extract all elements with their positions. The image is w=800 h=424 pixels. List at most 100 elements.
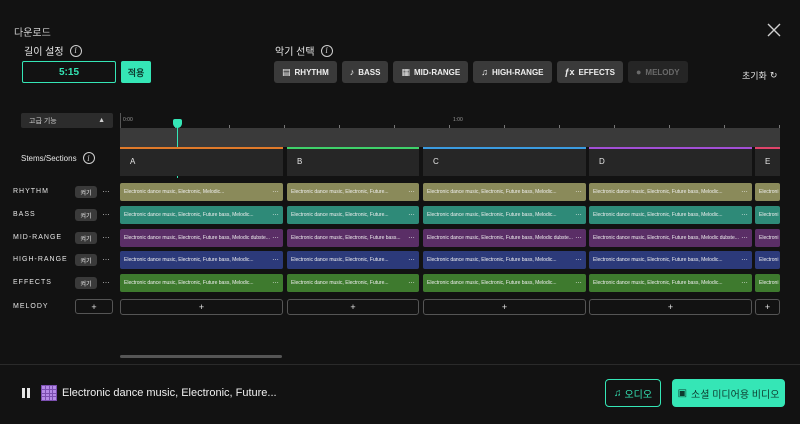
section-header[interactable]: B	[287, 147, 419, 176]
clip-options-icon[interactable]: …	[575, 255, 582, 262]
add-clip-button[interactable]: +	[120, 299, 283, 315]
stem-clip[interactable]: Electronic dance music, Electronic, Futu…	[423, 206, 586, 224]
clip-options-icon[interactable]: …	[272, 278, 279, 285]
stem-clip[interactable]: Electronic dance music, Electronic, Futu…	[423, 274, 586, 292]
stem-clip[interactable]: Electronic dance music, Electronic, Futu…	[423, 251, 586, 269]
stem-clip[interactable]: Electronic dance music, Electronic, Melo…	[120, 183, 283, 201]
more-options-icon[interactable]: …	[102, 208, 110, 217]
clip-options-icon[interactable]: …	[408, 278, 415, 285]
clip-options-icon[interactable]: …	[272, 255, 279, 262]
stem-clip[interactable]: Electronic dance music, Electronic, Futu…	[287, 229, 419, 247]
reset-button[interactable]: 초기화 ↻	[742, 69, 777, 82]
stem-clip[interactable]: Electroni	[755, 274, 780, 292]
clip-options-icon[interactable]: …	[272, 210, 279, 217]
section-header[interactable]: A	[120, 147, 283, 176]
timeline-ruler[interactable]: 0:00 1:00	[120, 113, 780, 147]
row-toggle-button[interactable]: 켜기	[75, 254, 97, 266]
section-header[interactable]: C	[423, 147, 586, 176]
clip-options-icon[interactable]: …	[408, 187, 415, 194]
clip-options-icon[interactable]: …	[741, 233, 748, 240]
clip-options-icon[interactable]: …	[575, 187, 582, 194]
clip-options-icon[interactable]: …	[575, 278, 582, 285]
apply-button[interactable]: 적용	[121, 61, 151, 83]
stem-clip[interactable]: Electronic dance music, Electronic, Futu…	[589, 274, 752, 292]
stem-clip[interactable]: Electronic dance music, Electronic, Futu…	[120, 274, 283, 292]
section-header[interactable]: D	[589, 147, 752, 176]
section-header[interactable]: E	[755, 147, 780, 176]
chip-rhythm[interactable]: ▤ RHYTHM	[274, 61, 337, 83]
video-icon: ▣	[677, 387, 688, 399]
add-clip-button[interactable]: +	[755, 299, 780, 315]
clip-options-icon[interactable]: …	[741, 278, 748, 285]
more-options-icon[interactable]: …	[102, 185, 110, 194]
close-icon[interactable]	[764, 20, 784, 40]
clip-label: Electroni	[759, 257, 779, 263]
stem-clip[interactable]: Electronic dance music, Electronic, Futu…	[589, 183, 752, 201]
stem-clip[interactable]: Electronic dance music, Electronic, Futu…	[287, 183, 419, 201]
clip-options-icon[interactable]: …	[408, 255, 415, 262]
playhead-handle[interactable]	[173, 119, 182, 128]
stem-clip[interactable]: Electronic dance music, Electronic, Futu…	[423, 183, 586, 201]
music-note-icon: ♫	[613, 387, 622, 399]
audio-download-button[interactable]: ♫ 오디오	[605, 379, 661, 407]
add-clip-button[interactable]: +	[589, 299, 752, 315]
info-icon[interactable]: i	[82, 152, 95, 164]
row-toggle-button[interactable]: 켜기	[75, 186, 97, 198]
clip-options-icon[interactable]: …	[575, 233, 582, 240]
more-options-icon[interactable]: …	[102, 253, 110, 262]
clip-options-icon[interactable]: …	[575, 210, 582, 217]
clip-label: Electronic dance music, Electronic, Futu…	[124, 212, 254, 218]
stem-clip[interactable]: Electronic dance music, Electronic, Futu…	[287, 206, 419, 224]
row-toggle-button[interactable]: 켜기	[75, 277, 97, 289]
length-input[interactable]: 5:15	[22, 61, 116, 83]
pause-icon[interactable]	[22, 388, 30, 398]
chip-bass[interactable]: ♪ BASS	[341, 61, 389, 83]
more-options-icon[interactable]: …	[102, 231, 110, 240]
stem-clip[interactable]: Electronic dance music, Electronic, Futu…	[423, 229, 586, 247]
stem-clip[interactable]: Electronic dance music, Electronic, Futu…	[589, 251, 752, 269]
stem-clip[interactable]: Electronic dance music, Electronic, Futu…	[589, 229, 752, 247]
horizontal-scrollbar[interactable]	[120, 355, 282, 358]
stem-clip[interactable]: Electroni	[755, 206, 780, 224]
clip-label: Electronic dance music, Electronic, Futu…	[593, 257, 723, 263]
chip-label: RHYTHM	[294, 67, 329, 77]
info-icon[interactable]: i	[69, 44, 82, 57]
timeline-bar[interactable]	[120, 128, 780, 147]
chip-effects[interactable]: ƒx EFFECTS	[556, 61, 623, 83]
stem-clip[interactable]: Electronic dance music, Electronic, Futu…	[287, 251, 419, 269]
row-toggle-button[interactable]: 켜기	[75, 232, 97, 244]
add-clip-button[interactable]: +	[423, 299, 586, 315]
stem-clip[interactable]: Electronic dance music, Electronic, Futu…	[589, 206, 752, 224]
more-options-icon[interactable]: …	[102, 276, 110, 285]
clip-options-icon[interactable]: …	[408, 233, 415, 240]
stem-clip[interactable]: Electronic dance music, Electronic, Futu…	[120, 251, 283, 269]
clip-options-icon[interactable]: …	[741, 255, 748, 262]
social-video-button[interactable]: ▣ 소셜 미디어용 비디오	[672, 379, 785, 407]
row-label: HIGH-RANGE	[13, 256, 68, 263]
chip-melody[interactable]: ● MELODY	[627, 61, 688, 83]
piano-icon: ▦	[401, 66, 410, 77]
add-clip-button[interactable]: +	[287, 299, 419, 315]
advanced-features-dropdown[interactable]: 고급 기능 ▲	[21, 113, 113, 128]
stem-clip[interactable]: Electronic dance music, Electronic, Futu…	[287, 274, 419, 292]
clip-options-icon[interactable]: …	[408, 210, 415, 217]
time-label: 0:00	[123, 117, 133, 123]
stem-clip[interactable]: Electroni	[755, 229, 780, 247]
chip-label: MELODY	[645, 67, 680, 77]
stem-clip[interactable]: Electroni	[755, 251, 780, 269]
add-stem-button[interactable]: +	[75, 299, 113, 314]
clip-options-icon[interactable]: …	[272, 233, 279, 240]
stem-clip[interactable]: Electronic dance music, Electronic, Futu…	[120, 206, 283, 224]
row-toggle-button[interactable]: 켜기	[75, 209, 97, 221]
chip-high-range[interactable]: ♫ HIGH-RANGE	[473, 61, 552, 83]
clip-options-icon[interactable]: …	[741, 210, 748, 217]
clip-options-icon[interactable]: …	[272, 187, 279, 194]
clip-options-icon[interactable]: …	[741, 187, 748, 194]
stem-clip[interactable]: Electronic dance music, Electronic, Futu…	[120, 229, 283, 247]
clip-label: Electroni	[759, 212, 779, 218]
stem-clip[interactable]: Electroni	[755, 183, 780, 201]
row-label: BASS	[13, 211, 36, 218]
info-icon[interactable]: i	[320, 44, 333, 57]
instrument-select-text: 악기 선택	[275, 47, 315, 58]
chip-mid-range[interactable]: ▦ MID-RANGE	[393, 61, 469, 83]
